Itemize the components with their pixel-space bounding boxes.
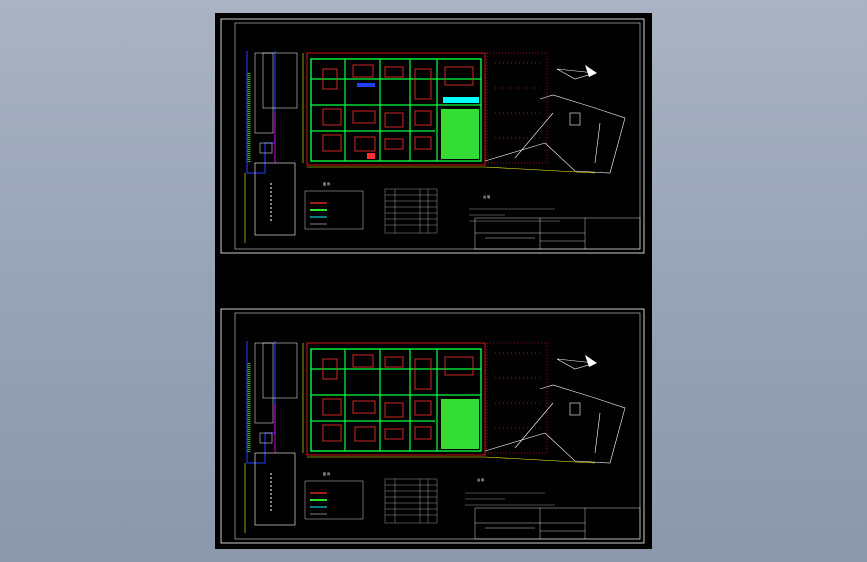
north-arrow-icon	[556, 65, 597, 80]
main-site-plan	[306, 52, 596, 174]
legend-title: 图 例	[323, 181, 330, 186]
title-block	[474, 507, 641, 540]
legend: 图 例	[304, 181, 364, 230]
north-arrow-icon	[556, 355, 597, 370]
notes: 说 明	[465, 477, 555, 506]
drawing-viewport[interactable]: 图 例 说 明 图 例 说 明	[215, 13, 652, 549]
drawing-sheet-bottom[interactable]: 图 例 说 明	[215, 303, 652, 553]
main-site-plan	[306, 342, 596, 464]
title-block	[474, 217, 641, 250]
legend-title: 图 例	[323, 471, 330, 476]
notes: 说 明	[469, 194, 560, 222]
data-table	[384, 188, 438, 234]
right-annex	[484, 94, 626, 174]
legend: 图 例	[304, 471, 364, 520]
left-parcel	[244, 341, 304, 533]
left-parcel	[244, 51, 304, 243]
notes-title: 说 明	[477, 477, 484, 482]
data-table	[384, 478, 438, 524]
dotted-field	[486, 52, 548, 164]
drawing-sheet-top[interactable]: 图 例 说 明	[215, 13, 652, 263]
right-annex	[484, 384, 626, 464]
notes-title: 说 明	[483, 194, 490, 199]
site-plan-bottom: 图 例 说 明	[220, 308, 645, 544]
dotted-field	[486, 342, 548, 454]
site-plan-top: 图 例 说 明	[220, 18, 645, 254]
